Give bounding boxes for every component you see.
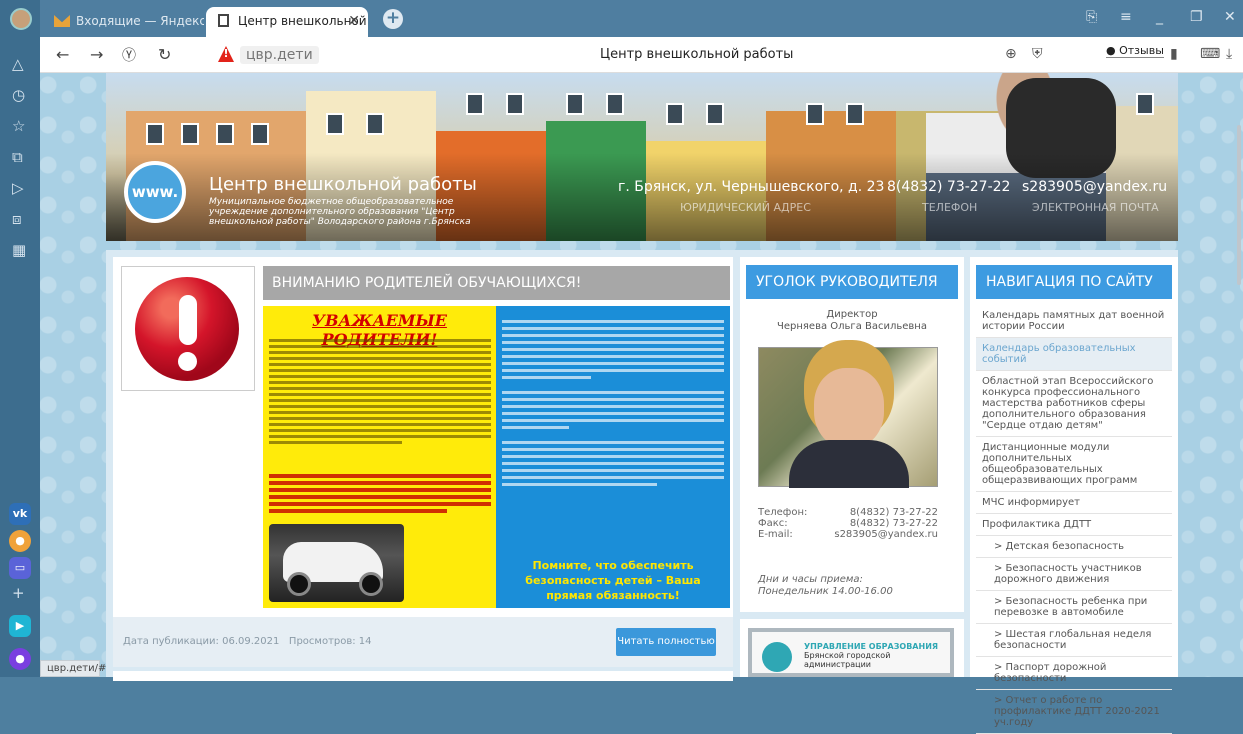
back-icon[interactable]: ← [56, 45, 69, 64]
education-logo-icon [762, 642, 792, 672]
vk-icon[interactable]: vk [9, 503, 31, 525]
mail-app-icon[interactable]: ● [9, 530, 31, 552]
minimize-icon[interactable]: _ [1156, 9, 1163, 25]
main-content: ВНИМАНИЮ РОДИТЕЛЕЙ ОБУЧАЮЩИХСЯ! УВАЖАЕМЫ… [106, 250, 1178, 734]
news-footer: Дата публикации: 06.09.2021 Просмотров: … [113, 617, 733, 667]
browser-tab-bar: Входящие — Яндекс.Почт Центр внешкольной… [0, 0, 1243, 37]
reviews-button[interactable]: ● Отзывы [1106, 44, 1164, 58]
alice-icon[interactable]: ● [9, 648, 31, 670]
nav-item[interactable]: Профилактика ДДТТ [976, 514, 1172, 536]
nav-item[interactable]: МЧС информирует [976, 492, 1172, 514]
navigation-heading: НАВИГАЦИЯ ПО САЙТУ [976, 265, 1172, 299]
messenger-icon[interactable]: ▭ [9, 557, 31, 579]
views-count: Просмотров: 14 [288, 636, 372, 647]
protect-icon[interactable]: ⛨ [1032, 46, 1043, 62]
zoom-icon[interactable]: ⊕ [1005, 46, 1017, 62]
apps-grid-icon[interactable]: ▦ [12, 241, 26, 259]
site-name[interactable]: Центр внешкольной работы [209, 174, 477, 195]
phone-label: Телефон: [758, 507, 808, 518]
next-news-card [113, 671, 733, 681]
url-field[interactable]: цвр.дети [240, 46, 319, 64]
news-title[interactable]: ВНИМАНИЮ РОДИТЕЛЕЙ ОБУЧАЮЩИХСЯ! [263, 266, 730, 300]
close-tab-icon[interactable]: ✕ [348, 13, 360, 29]
reload-icon[interactable]: ↻ [158, 45, 171, 64]
nav-item-active[interactable]: Календарь образовательных событий [976, 338, 1172, 371]
bell-icon[interactable]: △ [12, 55, 24, 73]
new-tab-button[interactable]: + [383, 9, 403, 29]
status-url: цвр.дети/# [40, 660, 106, 677]
publication-date: Дата публикации: 06.09.2021 [123, 636, 280, 647]
play-icon[interactable]: ▷ [12, 179, 24, 197]
phone-value: 8(4832) 73-27-22 [849, 507, 938, 518]
bookmark-tab-icon[interactable]: ⎘ [1086, 9, 1097, 25]
reader-icon[interactable]: ⌨ [1200, 46, 1220, 62]
nav-subitem[interactable]: > Безопасность участников дорожного движ… [976, 558, 1172, 591]
bookmark-icon[interactable]: ▮ [1170, 46, 1178, 62]
nav-item[interactable]: Календарь памятных дат военной истории Р… [976, 305, 1172, 338]
avatar[interactable] [10, 8, 32, 30]
header-phone-caption: ТЕЛЕФОН [922, 201, 978, 214]
nav-subitem[interactable]: > Паспорт дорожной безопасности [976, 657, 1172, 690]
email-label: E-mail: [758, 529, 793, 540]
forward-icon[interactable]: → [90, 45, 103, 64]
header-address-caption: ЮРИДИЧЕСКИЙ АДРЕС [680, 201, 811, 214]
poster-slogan: Помните, что обеспечить безопасность дет… [525, 559, 701, 602]
history-icon[interactable]: ◷ [12, 86, 25, 104]
director-name: Черняева Ольга Васильевна [777, 321, 927, 332]
tab-active-site[interactable]: Центр внешкольной ра ✕ [206, 7, 368, 37]
site-header: www. Центр внешкольной работы Муниципаль… [106, 73, 1178, 241]
reception-hours: Дни и часы приема: Понедельник 14.00-16.0… [758, 574, 893, 597]
exclamation-icon [135, 277, 239, 381]
warning-icon[interactable]: ! [218, 46, 234, 62]
star-icon[interactable]: ☆ [12, 117, 25, 135]
director-contacts: Телефон: 8(4832) 73-27-22 Факс: 8(4832) 73… [758, 507, 938, 540]
add-icon[interactable]: + [12, 584, 25, 602]
download-icon[interactable]: ⤓ [1226, 46, 1232, 62]
director-role: Директор [826, 309, 878, 320]
nav-subitem[interactable]: > Детская безопасность [976, 536, 1172, 558]
director-photo [758, 347, 938, 488]
car-image [269, 524, 404, 602]
tab-mail[interactable]: Входящие — Яндекс.Почт [44, 7, 204, 37]
header-email-caption: ЭЛЕКТРОННАЯ ПОЧТА [1032, 201, 1159, 214]
yandex-icon[interactable]: Ⓨ [122, 45, 136, 65]
menu-icon[interactable]: ≡ [1120, 9, 1132, 25]
mail-icon [54, 15, 70, 27]
tab-label: Входящие — Яндекс.Почт [76, 14, 204, 28]
email-value[interactable]: s283905@yandex.ru [834, 529, 938, 540]
address-bar: ← → Ⓨ ↻ ! цвр.дети Центр внешкольной раб… [40, 37, 1243, 73]
news-poster[interactable]: УВАЖАЕМЫЕ РОДИТЕЛИ! [263, 306, 730, 608]
close-window-icon[interactable]: ✕ [1224, 9, 1236, 25]
site-navigation: НАВИГАЦИЯ ПО САЙТУ Календарь памятных да… [970, 257, 1178, 734]
nav-item[interactable]: Областной этап Всероссийского конкурса п… [976, 371, 1172, 437]
director-heading: УГОЛОК РУКОВОДИТЕЛЯ [746, 265, 958, 299]
header-phone: 8(4832) 73-27-22 [887, 179, 1011, 195]
news-card: ВНИМАНИЮ РОДИТЕЛЕЙ ОБУЧАЮЩИХСЯ! УВАЖАЕМЫ… [113, 257, 733, 667]
nav-subitem[interactable]: > Шестая глобальная неделя безопасности [976, 624, 1172, 657]
nav-subitem[interactable]: > Отчет о работе по профилактике ДДТТ 20… [976, 690, 1172, 734]
partner-banner[interactable]: УПРАВЛЕНИЕ ОБРАЗОВАНИЯ Брянской городской… [740, 619, 964, 677]
scrollbar[interactable] [1237, 125, 1241, 285]
restore-icon[interactable]: ❐ [1190, 9, 1203, 25]
nav-subitem[interactable]: > Безопасность ребенка при перевозке в а… [976, 591, 1172, 624]
header-address: г. Брянск, ул. Чернышевского, д. 23 [618, 179, 885, 195]
nav-item[interactable]: Дистанционные модули дополнительных обще… [976, 437, 1172, 492]
play-store-icon[interactable]: ▶ [9, 615, 31, 637]
site-logo[interactable]: www. [124, 161, 186, 223]
page-icon [218, 14, 229, 27]
fax-value: 8(4832) 73-27-22 [849, 518, 938, 529]
header-email[interactable]: s283905@yandex.ru [1022, 179, 1167, 195]
page-title: Центр внешкольной работы [600, 47, 794, 62]
collections-icon[interactable]: ⧉ [12, 148, 23, 166]
fax-label: Факс: [758, 518, 788, 529]
director-corner: УГОЛОК РУКОВОДИТЕЛЯ Директор Черняева Оль… [740, 257, 964, 612]
news-thumbnail[interactable] [121, 266, 255, 391]
site-subtitle: Муниципальное бюджетное общеобразователь… [209, 197, 471, 227]
screenshot-icon[interactable]: ⧈ [12, 210, 22, 228]
browser-side-panel: △ ◷ ☆ ⧉ ▷ ⧈ ▦ vk ● ▭ + ▶ ● [0, 0, 40, 677]
page-background: www. Центр внешкольной работы Муниципаль… [40, 73, 1243, 734]
read-more-button[interactable]: Читать полностью [616, 628, 716, 656]
